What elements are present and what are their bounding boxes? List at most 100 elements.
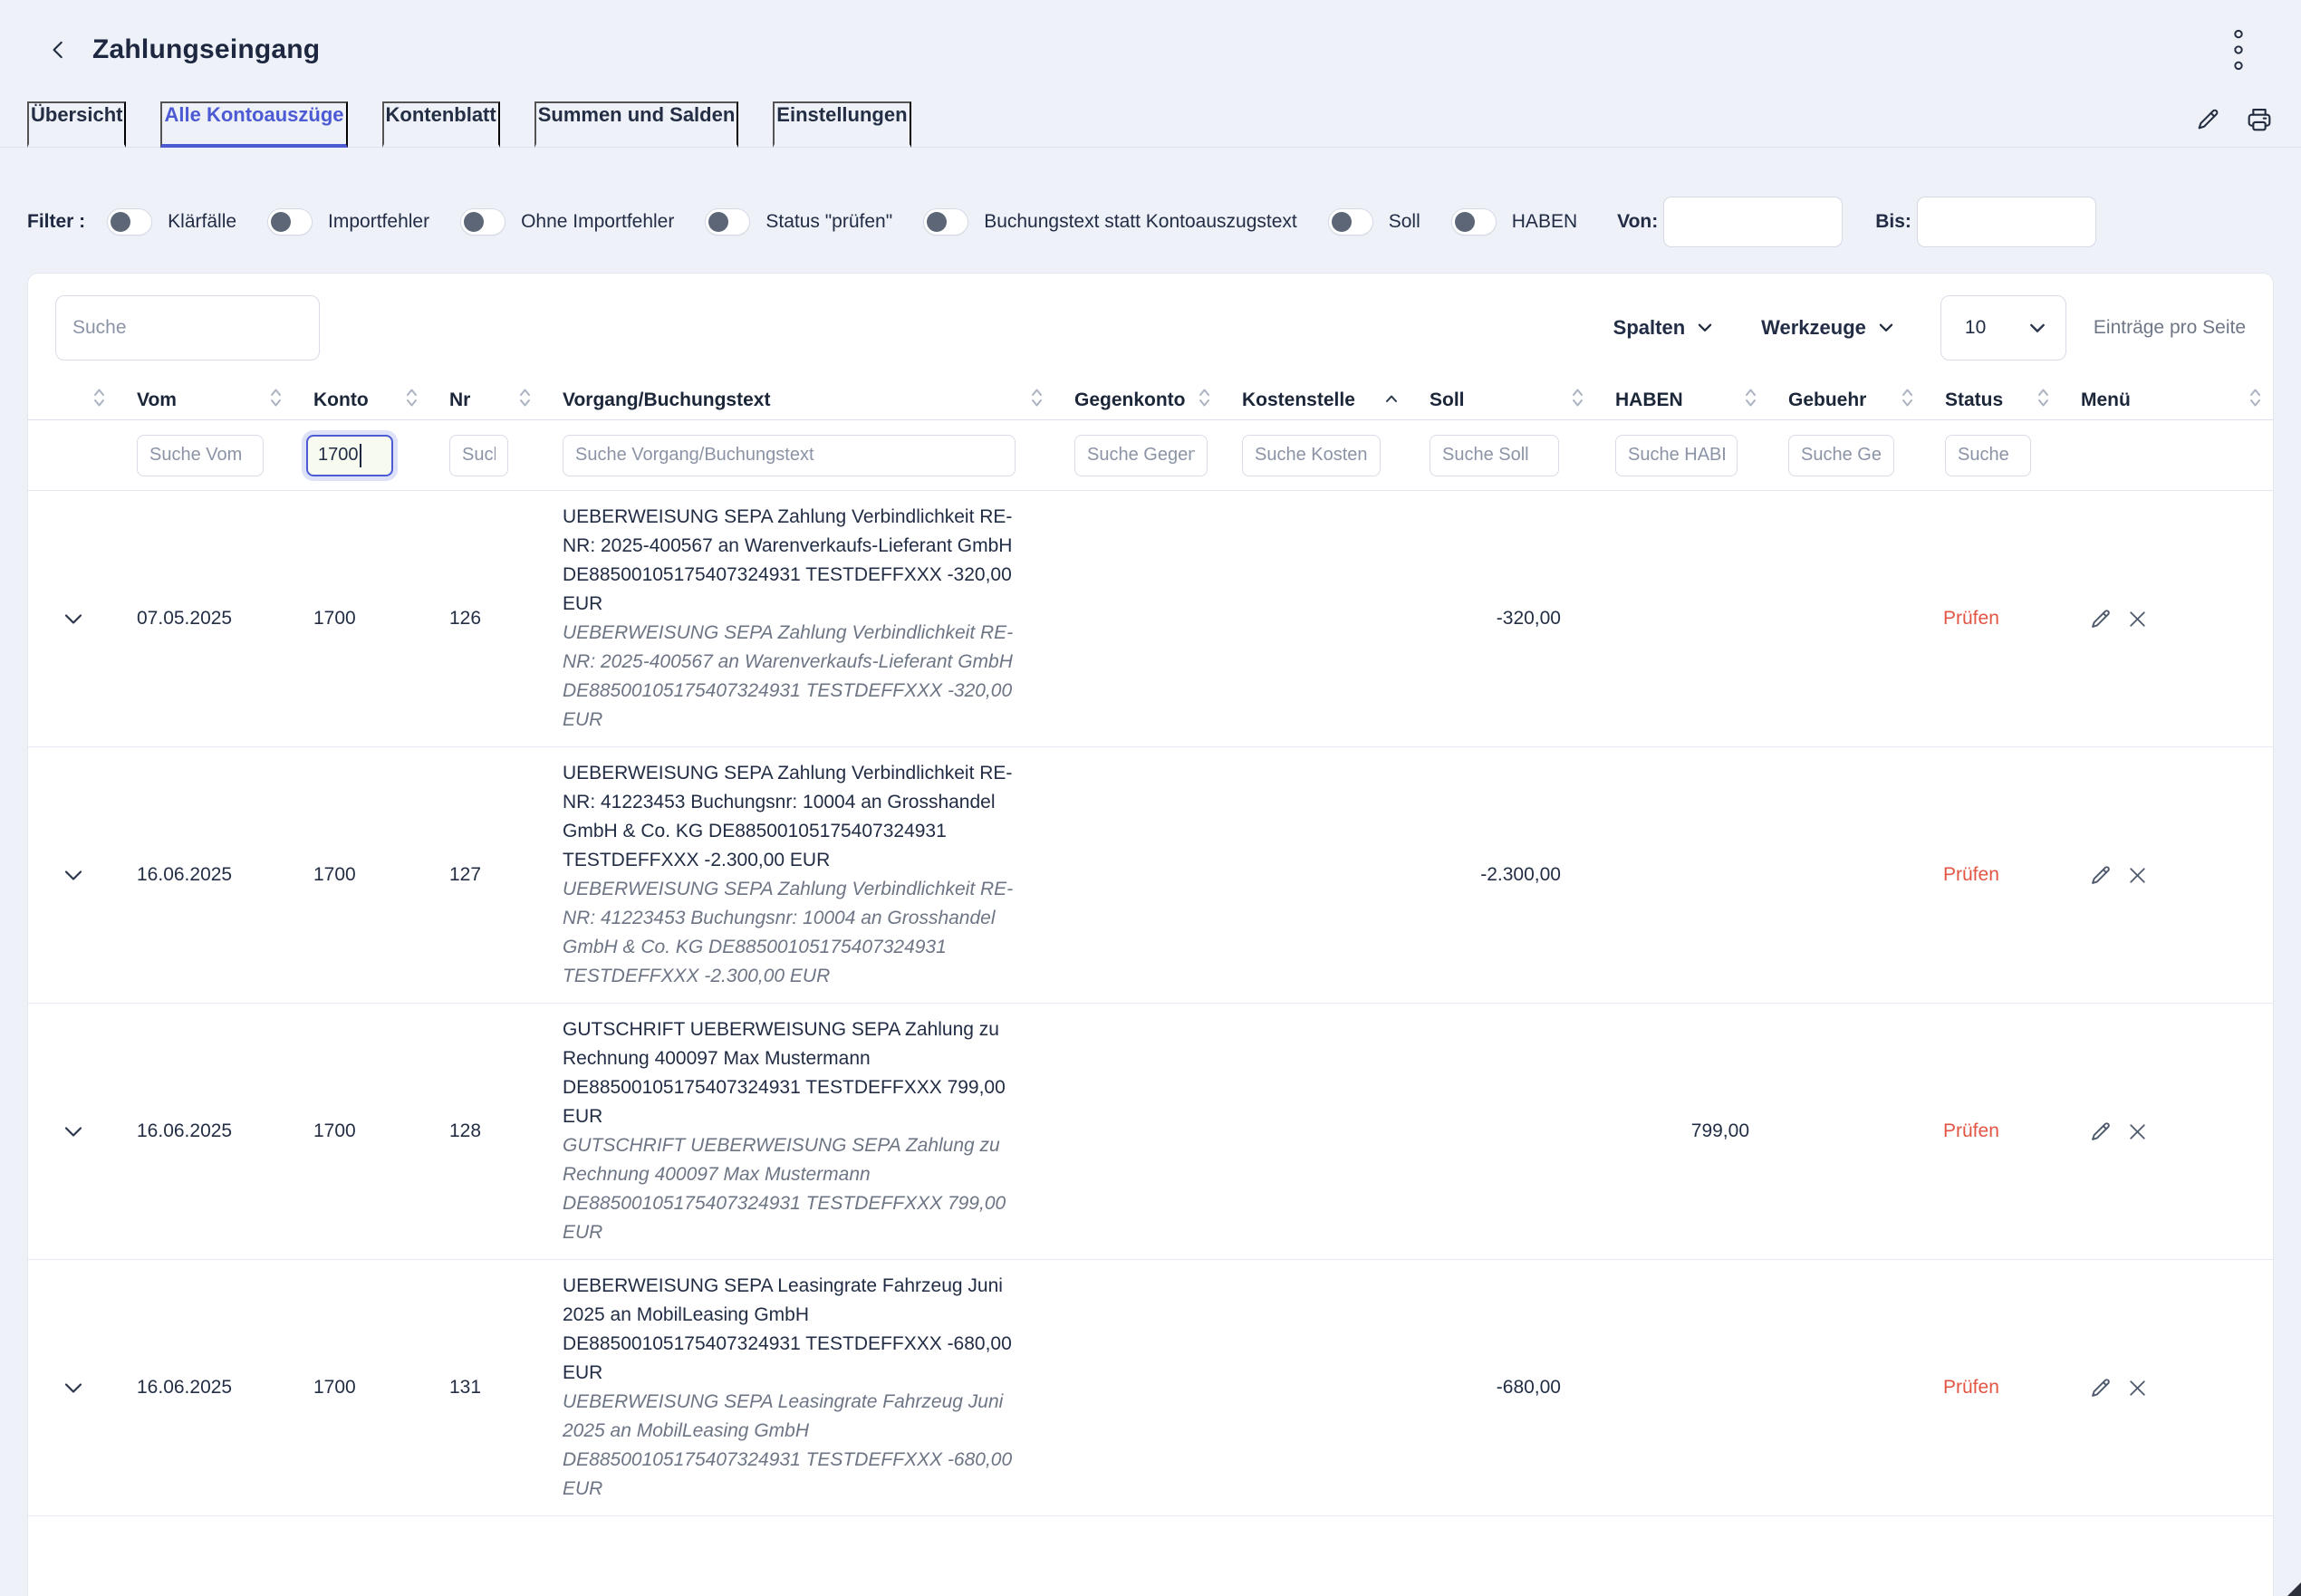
- kontoauszugstext: UEBERWEISUNG SEPA Zahlung Verbindlichkei…: [563, 619, 1038, 735]
- table-row: 16.06.2025 1700 128 GUTSCHRIFT UEBERWEIS…: [28, 1004, 2273, 1260]
- haben-search-input[interactable]: [1615, 435, 1738, 476]
- expand-row-button[interactable]: [63, 612, 84, 626]
- column-label: HABEN: [1615, 389, 1683, 411]
- status-search-input[interactable]: [1945, 435, 2031, 476]
- toggle-label: Ohne Importfehler: [521, 211, 674, 233]
- sort-icon[interactable]: [2248, 386, 2262, 415]
- page-size-value: 10: [1965, 317, 1986, 339]
- toggle-haben[interactable]: [1451, 208, 1497, 236]
- toggle-klaerfaelle[interactable]: [107, 208, 152, 236]
- tab-summen-und-salden[interactable]: Summen und Salden: [534, 101, 739, 148]
- vorgang-search-input[interactable]: [563, 435, 1016, 476]
- von-date-input[interactable]: [1663, 197, 1843, 247]
- sort-icon[interactable]: [518, 386, 532, 415]
- toggle-status-pruefen[interactable]: [705, 208, 750, 236]
- tools-dropdown-button[interactable]: Werkzeuge: [1761, 316, 1895, 340]
- column-label: Soll: [1430, 389, 1465, 411]
- vorgang-cell: UEBERWEISUNG SEPA Zahlung Verbindlichkei…: [544, 747, 1056, 1003]
- more-options-button[interactable]: [2229, 27, 2248, 72]
- edit-row-button[interactable]: [2088, 1120, 2113, 1144]
- kostenstelle-search-input[interactable]: [1242, 435, 1381, 476]
- page-size-select[interactable]: 10: [1940, 295, 2066, 361]
- status-badge[interactable]: Prüfen: [1927, 1377, 2063, 1399]
- gegenkonto-search-input[interactable]: [1074, 435, 1208, 476]
- filter-label: Filter :: [27, 211, 85, 233]
- vom-search-input[interactable]: [137, 435, 264, 476]
- sort-icon[interactable]: [1744, 386, 1757, 415]
- status-badge[interactable]: Prüfen: [1927, 608, 2063, 630]
- toggle-importfehler[interactable]: [267, 208, 313, 236]
- toggle-ohne-importfehler[interactable]: [460, 208, 505, 236]
- expand-row-button[interactable]: [63, 1125, 84, 1139]
- column-header-kostenstelle[interactable]: Kostenstelle: [1224, 389, 1411, 411]
- column-header-status[interactable]: Status: [1927, 386, 2063, 415]
- back-button[interactable]: [43, 34, 74, 65]
- chevron-down-icon: [1696, 319, 1714, 337]
- sort-icon[interactable]: [269, 386, 283, 415]
- expand-row-button[interactable]: [63, 869, 84, 882]
- edit-button[interactable]: [2194, 106, 2221, 133]
- toggle-buchungstext[interactable]: [923, 208, 968, 236]
- column-header-expander: [28, 386, 119, 415]
- sort-icon[interactable]: [1571, 386, 1584, 415]
- sort-icon[interactable]: [2036, 386, 2050, 415]
- edit-row-button[interactable]: [2088, 863, 2113, 888]
- toggle-knob: [464, 212, 484, 232]
- column-header-soll[interactable]: Soll: [1411, 386, 1597, 415]
- vom-cell: 16.06.2025: [119, 864, 295, 886]
- konto-search-value: 1700: [318, 445, 359, 466]
- x-icon: [2126, 608, 2149, 630]
- pencil-icon: [2194, 106, 2221, 133]
- nr-search-input[interactable]: [449, 435, 508, 476]
- delete-row-button[interactable]: [2126, 608, 2149, 630]
- delete-row-button[interactable]: [2126, 1120, 2149, 1143]
- nr-cell: 128: [431, 1120, 544, 1142]
- tab-uebersicht[interactable]: Übersicht: [27, 101, 126, 148]
- table-row: 16.06.2025 1700 131 UEBERWEISUNG SEPA Le…: [28, 1260, 2273, 1516]
- edit-row-button[interactable]: [2088, 1376, 2113, 1400]
- column-label: Menü: [2081, 389, 2131, 411]
- toggle-knob: [708, 212, 728, 232]
- toggle-label: Status "prüfen": [765, 211, 892, 233]
- filter-toggle-ohne-importfehler: Ohne Importfehler: [460, 208, 674, 236]
- x-icon: [2126, 864, 2149, 887]
- sort-icon[interactable]: [1901, 386, 1914, 415]
- sort-icon[interactable]: [1030, 386, 1044, 415]
- sort-icon[interactable]: [1198, 386, 1211, 415]
- soll-search-input[interactable]: [1430, 435, 1559, 476]
- toggle-soll[interactable]: [1328, 208, 1373, 236]
- text-cursor: [360, 444, 361, 467]
- konto-search-input[interactable]: 1700: [306, 435, 393, 476]
- global-search-input[interactable]: [55, 295, 320, 361]
- columns-dropdown-button[interactable]: Spalten: [1613, 316, 1714, 340]
- column-header-gebuehr[interactable]: Gebuehr: [1770, 386, 1927, 415]
- bis-date-input[interactable]: [1917, 197, 2096, 247]
- status-badge[interactable]: Prüfen: [1927, 864, 2063, 886]
- status-badge[interactable]: Prüfen: [1927, 1120, 2063, 1142]
- column-header-gegenkonto[interactable]: Gegenkonto: [1056, 386, 1224, 415]
- filter-toggle-buchungstext: Buchungstext statt Kontoauszugstext: [923, 208, 1297, 236]
- tab-kontenblatt[interactable]: Kontenblatt: [382, 101, 500, 148]
- vorgang-cell: GUTSCHRIFT UEBERWEISUNG SEPA Zahlung zu …: [544, 1004, 1056, 1259]
- tab-alle-kontoauszuege[interactable]: Alle Kontoauszüge: [160, 101, 347, 148]
- print-button[interactable]: [2245, 105, 2274, 134]
- column-header-haben[interactable]: HABEN: [1597, 386, 1770, 415]
- delete-row-button[interactable]: [2126, 1377, 2149, 1399]
- chevron-down-icon: [63, 1125, 84, 1139]
- column-header-menue[interactable]: Menü: [2063, 386, 2274, 415]
- delete-row-button[interactable]: [2126, 864, 2149, 887]
- sort-icon[interactable]: [92, 386, 106, 415]
- column-header-nr[interactable]: Nr: [431, 386, 544, 415]
- expand-row-button[interactable]: [63, 1381, 84, 1395]
- edit-row-button[interactable]: [2088, 607, 2113, 631]
- table-row: 07.05.2025 1700 126 UEBERWEISUNG SEPA Za…: [28, 491, 2273, 747]
- sort-icon[interactable]: [405, 386, 419, 415]
- tab-einstellungen[interactable]: Einstellungen: [773, 101, 910, 148]
- column-header-vom[interactable]: Vom: [119, 386, 295, 415]
- gebuehr-search-input[interactable]: [1788, 435, 1894, 476]
- column-header-vorgang[interactable]: Vorgang/Buchungstext: [544, 386, 1056, 415]
- columns-dropdown-label: Spalten: [1613, 316, 1685, 340]
- column-header-konto[interactable]: Konto: [295, 386, 431, 415]
- menu-cell: [2063, 1376, 2274, 1400]
- sort-ascending-icon[interactable]: [1384, 389, 1399, 411]
